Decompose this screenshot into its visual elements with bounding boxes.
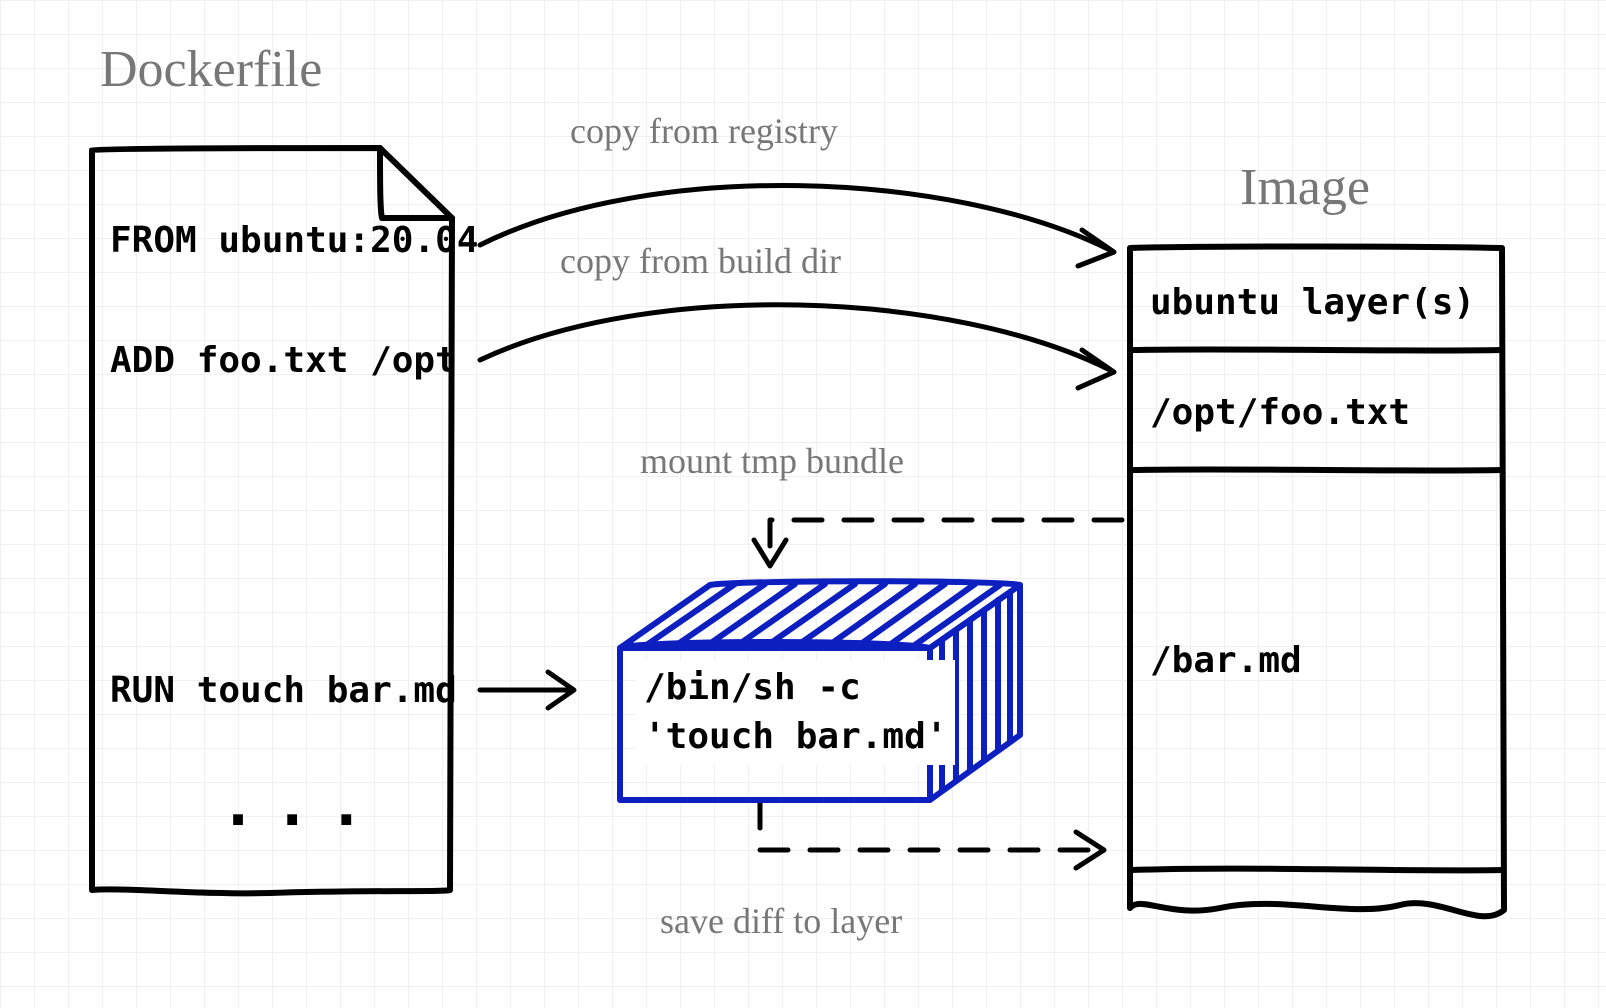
image-divider-1 xyxy=(1132,349,1502,350)
title-dockerfile: Dockerfile xyxy=(100,40,322,99)
image-layer-foo: /opt/foo.txt xyxy=(1150,392,1410,433)
arrow-mount-bundle xyxy=(770,520,1122,562)
arrow-copy-builddir xyxy=(480,305,1110,370)
image-divider-3 xyxy=(1132,869,1502,871)
arrow-save-diff xyxy=(760,800,1100,850)
label-copy-builddir: copy from build dir xyxy=(560,240,841,282)
image-divider-2 xyxy=(1132,469,1502,470)
dockerfile-line-run: RUN touch bar.md xyxy=(110,670,457,711)
image-layer-ubuntu: ubuntu layer(s) xyxy=(1150,282,1475,323)
image-layer-bar: /bar.md xyxy=(1150,640,1302,681)
label-save-diff: save diff to layer xyxy=(660,900,902,942)
title-image: Image xyxy=(1240,158,1370,217)
container-cmd: /bin/sh -c 'touch bar.md' xyxy=(636,660,955,765)
dockerfile-line-add: ADD foo.txt /opt xyxy=(110,340,457,381)
label-mount-bundle: mount tmp bundle xyxy=(640,440,904,482)
dockerfile-dots: ... xyxy=(220,770,382,840)
dockerfile-line-from: FROM ubuntu:20.04 xyxy=(110,220,478,261)
label-copy-registry: copy from registry xyxy=(570,110,838,152)
